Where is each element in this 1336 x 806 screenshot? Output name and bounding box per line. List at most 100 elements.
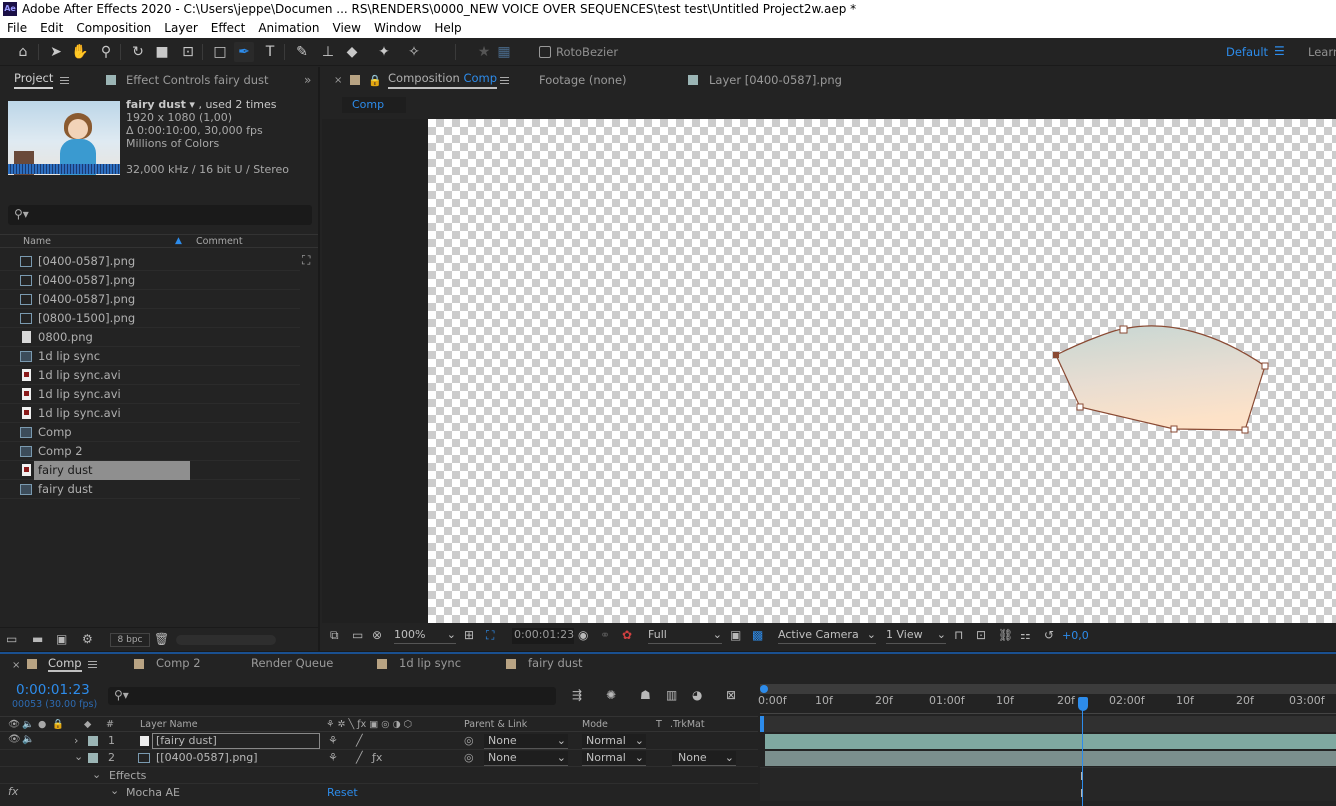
composition-canvas[interactable] <box>428 119 1336 623</box>
timeline-tab-fairy-dust[interactable]: fairy dust <box>528 656 583 670</box>
audio-toggle-icon[interactable]: 🔈 <box>22 734 34 745</box>
project-item[interactable]: fairy dust <box>0 461 300 480</box>
rotate-tool-icon[interactable]: ↻ <box>128 42 148 62</box>
collapse-chevron-icon[interactable]: ⌄ <box>92 768 101 781</box>
new-folder-icon[interactable]: ▬ <box>32 632 43 646</box>
project-item[interactable]: 0800.png <box>0 328 300 347</box>
shy-switch-icon[interactable]: ⚘ <box>328 751 338 764</box>
tab-effect-controls[interactable]: Effect Controls fairy dust <box>126 73 269 87</box>
reset-link[interactable]: Reset <box>327 786 358 799</box>
menu-composition[interactable]: Composition <box>69 21 157 35</box>
col-mode[interactable]: Mode <box>582 717 608 732</box>
nav-start-handle[interactable] <box>760 716 764 732</box>
project-item[interactable]: [0400-0587].png <box>0 290 300 309</box>
type-tool-icon[interactable]: T <box>260 42 280 62</box>
comp-mini-flowchart-icon[interactable]: ⇶ <box>572 688 582 702</box>
rotobezier-checkbox[interactable] <box>539 46 551 58</box>
pickwhip-icon[interactable]: ◎ <box>464 751 474 764</box>
effects-switch-icon[interactable]: ƒx <box>372 751 382 764</box>
project-item[interactable]: 1d lip sync.avi <box>0 404 300 423</box>
timeline-tab-comp-2[interactable]: Comp 2 <box>156 656 201 670</box>
project-item[interactable]: Comp <box>0 423 300 442</box>
layer-duration-bar[interactable] <box>765 734 1336 749</box>
region-of-interest-icon[interactable]: ⛶ <box>486 628 494 643</box>
mode-dropdown[interactable]: Normal ⌄ <box>582 751 646 766</box>
zoom-dropdown[interactable]: 100% ⌄ <box>394 628 456 644</box>
hand-tool-icon[interactable]: ✋ <box>70 42 90 62</box>
comp-breadcrumb[interactable]: Comp <box>342 97 406 113</box>
lock-icon[interactable]: 🔒 <box>368 74 382 87</box>
project-item[interactable]: Comp 2 <box>0 442 300 461</box>
bpc-indicator[interactable]: 8 bpc <box>110 633 150 647</box>
tab-project[interactable]: Project <box>14 71 54 89</box>
trkmat-dropdown[interactable]: None ⌄ <box>672 751 736 766</box>
close-tab-icon[interactable]: × <box>12 660 20 671</box>
project-item[interactable]: [0400-0587].png <box>0 252 300 271</box>
exposure-value[interactable]: +0,0 <box>1062 629 1089 642</box>
layer-name[interactable]: [[0400-0587].png] <box>156 751 258 764</box>
fit-icon[interactable]: ⊞ <box>464 628 474 642</box>
workspace-default[interactable]: Default <box>1226 45 1268 59</box>
layer-label-swatch[interactable] <box>88 753 98 763</box>
trash-icon[interactable]: 🗑 <box>154 632 169 646</box>
snapshot-icon[interactable]: ◉ <box>578 628 588 642</box>
pickwhip-icon[interactable]: ◎ <box>464 734 474 747</box>
selection-tool-icon[interactable]: ➤ <box>46 42 66 62</box>
mask-vertex[interactable] <box>1053 352 1059 358</box>
panel-overflow-icon[interactable]: » <box>304 73 311 87</box>
col-trkmat[interactable]: .TrkMat <box>670 717 705 732</box>
mode-dropdown[interactable]: Normal ⌄ <box>582 734 646 749</box>
timeline-tab-render-queue[interactable]: Render Queue <box>251 656 333 670</box>
clone-stamp-tool-icon[interactable]: ⊥ <box>318 42 338 62</box>
always-preview-icon[interactable]: ⧉ <box>330 628 339 643</box>
timeline-search-input[interactable]: ⚲▾ <box>108 687 556 705</box>
timeline-menu-icon[interactable] <box>88 661 97 668</box>
camera-tool-icon[interactable]: ■ <box>152 42 172 62</box>
mask-vertex[interactable] <box>1241 426 1249 434</box>
shy-switch-icon[interactable]: ⚘ <box>328 734 338 747</box>
tab-layer[interactable]: Layer [0400-0587].png <box>709 73 842 87</box>
parent-dropdown[interactable]: None ⌄ <box>484 751 568 766</box>
rectangle-tool-icon[interactable]: □ <box>210 42 230 62</box>
frame-blending-icon[interactable]: ▥ <box>666 688 677 702</box>
layer-label-swatch[interactable] <box>88 736 98 746</box>
composition-menu-icon[interactable] <box>500 77 509 84</box>
col-name[interactable]: Name <box>23 235 51 248</box>
video-toggle-icon[interactable]: 👁 <box>8 734 21 745</box>
tab-footage[interactable]: Footage (none) <box>539 73 627 87</box>
view-layout-dropdown[interactable]: 1 View ⌄ <box>886 628 946 644</box>
close-tab-icon[interactable]: × <box>334 75 342 86</box>
mask-vertex[interactable] <box>1119 325 1128 334</box>
timeline-tab-comp[interactable]: Comp <box>48 656 82 672</box>
camera-dropdown[interactable]: Active Camera ⌄ <box>778 628 876 644</box>
sort-ascending-icon[interactable]: ▲ <box>175 235 182 248</box>
mask-vertex[interactable] <box>1076 403 1084 411</box>
quality-switch-icon[interactable]: ╱ <box>356 751 363 764</box>
quality-switch-icon[interactable]: ╱ <box>356 734 363 747</box>
playhead-handle[interactable] <box>1078 697 1088 711</box>
expand-chevron-icon[interactable]: › <box>74 734 78 747</box>
project-item[interactable]: fairy dust <box>0 480 300 499</box>
show-snapshot-icon[interactable]: ⚭ <box>600 628 610 642</box>
reset-exposure-icon[interactable]: ⊡ <box>976 628 986 642</box>
menu-file[interactable]: File <box>0 21 33 35</box>
layer-row[interactable]: ⌄ 2 [[0400-0587].png] ⚘ ╱ ƒx ◎ None ⌄ Nor… <box>0 750 758 767</box>
menu-animation[interactable]: Animation <box>251 21 325 35</box>
work-area-start-handle[interactable] <box>760 685 768 693</box>
composition-flowchart-icon[interactable]: ⚏ <box>1020 628 1031 642</box>
home-icon[interactable]: ⌂ <box>13 42 33 62</box>
col-comment[interactable]: Comment <box>196 235 243 248</box>
zoom-tool-icon[interactable]: ⚲ <box>96 42 116 62</box>
motion-blur-icon[interactable]: ◕ <box>692 688 702 702</box>
new-composition-icon[interactable]: ▣ <box>56 632 67 646</box>
menu-window[interactable]: Window <box>367 21 427 35</box>
interpret-footage-icon[interactable]: ▭ <box>6 632 17 646</box>
current-time-display[interactable]: 0:00:01:23 <box>16 682 90 698</box>
fx-label[interactable]: fx <box>8 785 18 798</box>
thumbnail-slider[interactable] <box>176 635 276 645</box>
eraser-tool-icon[interactable]: ◆ <box>342 42 362 62</box>
menu-view[interactable]: View <box>326 21 367 35</box>
layer-row[interactable]: 👁 🔈 › 1 [fairy dust] ⚘ ╱ ◎ None ⌄ Normal ⌄ <box>0 733 758 750</box>
project-menu-icon[interactable] <box>60 77 69 84</box>
puppet-tool-icon[interactable]: ✧ <box>404 42 424 62</box>
